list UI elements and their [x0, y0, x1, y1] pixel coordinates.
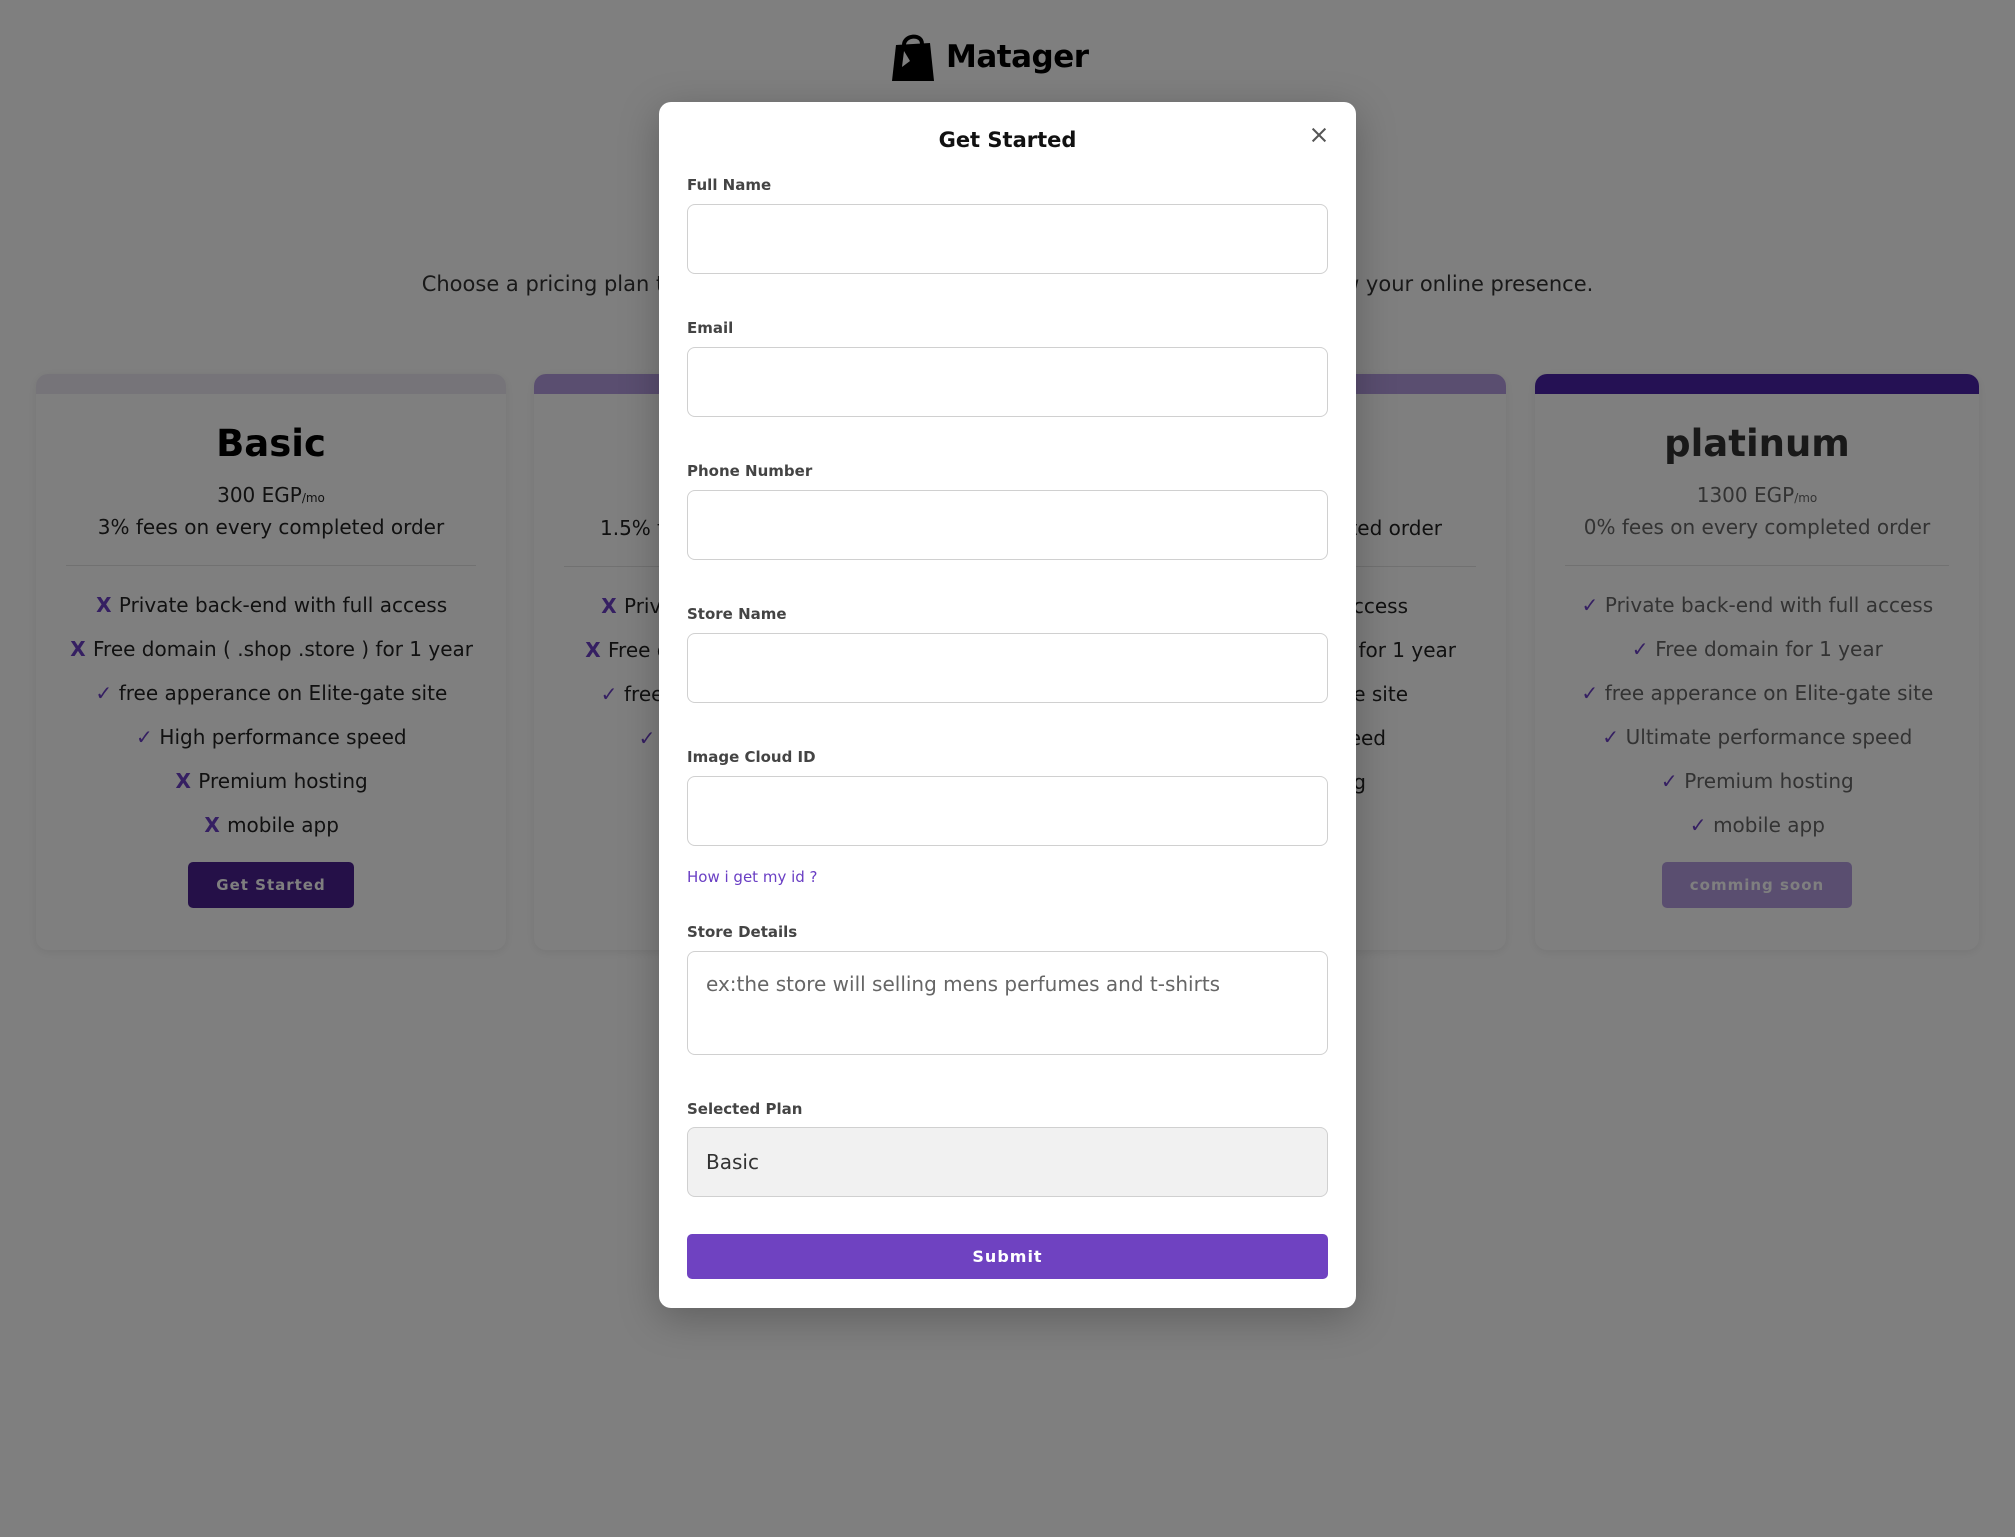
submit-button[interactable]: Submit — [687, 1234, 1328, 1279]
email-input[interactable] — [688, 348, 1327, 416]
how-get-id-link[interactable]: How i get my id ? — [687, 868, 818, 886]
close-icon[interactable] — [1308, 124, 1330, 146]
store-name-label: Store Name — [687, 605, 787, 623]
email-field[interactable] — [687, 347, 1328, 417]
selected-plan-input — [688, 1128, 1327, 1196]
phone-label: Phone Number — [687, 462, 813, 480]
store-details-field[interactable] — [687, 951, 1328, 1055]
full-name-label: Full Name — [687, 176, 772, 194]
selected-plan-label: Selected Plan — [687, 1100, 803, 1118]
phone-input[interactable] — [688, 491, 1327, 559]
store-details-label: Store Details — [687, 923, 798, 941]
image-cloud-id-field[interactable] — [687, 776, 1328, 846]
get-started-modal: Get Started Full Name Email Phone Number… — [659, 102, 1356, 1308]
full-name-input[interactable] — [688, 205, 1327, 273]
selected-plan-field — [687, 1127, 1328, 1197]
store-details-textarea[interactable] — [688, 952, 1327, 1054]
image-cloud-id-input[interactable] — [688, 777, 1327, 845]
phone-field[interactable] — [687, 490, 1328, 560]
email-label: Email — [687, 319, 734, 337]
image-cloud-id-label: Image Cloud ID — [687, 748, 816, 766]
full-name-field[interactable] — [687, 204, 1328, 274]
modal-title: Get Started — [938, 128, 1077, 152]
store-name-input[interactable] — [688, 634, 1327, 702]
store-name-field[interactable] — [687, 633, 1328, 703]
